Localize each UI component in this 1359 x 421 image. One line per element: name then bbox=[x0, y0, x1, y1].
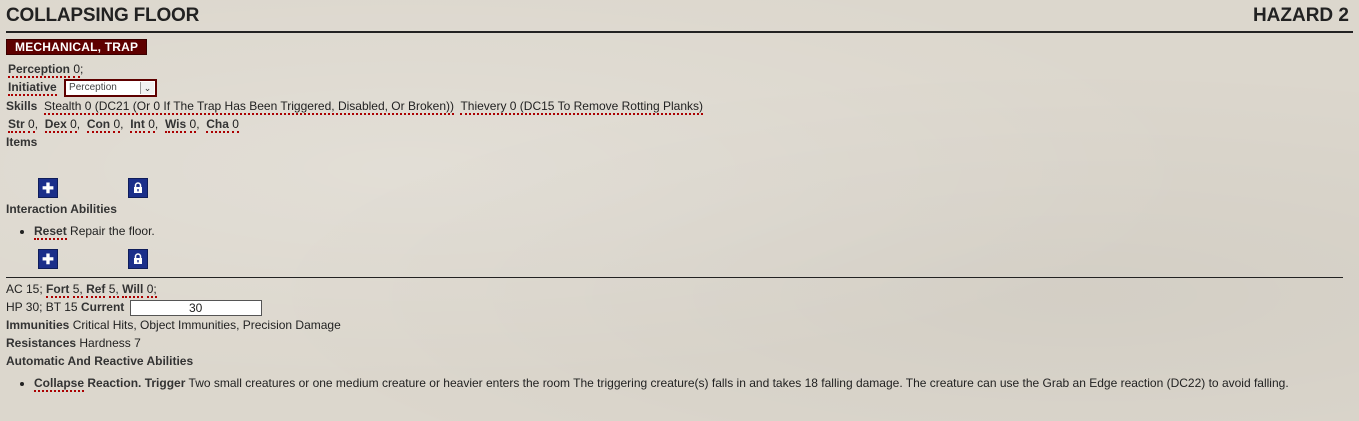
ability-label[interactable]: Str bbox=[8, 116, 25, 133]
fort-value[interactable]: 5, bbox=[72, 281, 83, 298]
section-divider bbox=[6, 277, 1343, 278]
lock-icon[interactable] bbox=[128, 249, 148, 269]
list-item: Reset Repair the floor. bbox=[34, 222, 1353, 240]
stat-block: COLLAPSING FLOOR HAZARD 2 MECHANICAL, TR… bbox=[6, 0, 1353, 392]
ability-value[interactable]: 0 bbox=[148, 116, 155, 133]
ability-str: Str 0, bbox=[8, 116, 41, 133]
ability-sep: , bbox=[196, 116, 200, 131]
will-label[interactable]: Will bbox=[122, 281, 144, 298]
ability-sep: , bbox=[154, 116, 159, 131]
ability-sep: , bbox=[120, 116, 124, 131]
ability-label[interactable]: Dex bbox=[44, 116, 67, 133]
ref-value[interactable]: 5, bbox=[108, 281, 119, 298]
initiative-row: Initiative Perception ⌄ bbox=[6, 78, 1353, 97]
automatic-abilities-row: Automatic And Reactive Abilities bbox=[6, 352, 1353, 370]
interaction-abilities-row: Interaction Abilities bbox=[6, 200, 1353, 218]
ability-cha: Cha 0 bbox=[206, 116, 239, 133]
initiative-label[interactable]: Initiative bbox=[8, 80, 57, 96]
collapse-ability-text: Two small creatures or one medium creatu… bbox=[188, 375, 1289, 390]
initiative-select[interactable]: Perception ⌄ bbox=[64, 78, 158, 97]
will-value[interactable]: 0; bbox=[146, 281, 157, 298]
hp-current-input[interactable]: 30 bbox=[129, 299, 262, 316]
skill-thievery[interactable]: Thievery 0 (DC15 To Remove Rotting Plank… bbox=[460, 98, 703, 115]
ability-value[interactable]: 0 bbox=[70, 116, 77, 133]
reset-ability-name[interactable]: Reset bbox=[34, 223, 67, 240]
ability-dex: Dex 0, bbox=[44, 116, 84, 133]
ability-value[interactable]: 0 bbox=[232, 116, 239, 133]
perception-label[interactable]: Perception bbox=[8, 62, 71, 78]
trait-badge[interactable]: MECHANICAL, TRAP bbox=[6, 39, 148, 55]
ability-sep: , bbox=[76, 116, 81, 131]
lock-icon[interactable] bbox=[128, 178, 148, 198]
ability-sep: , bbox=[34, 116, 39, 131]
plus-icon[interactable]: ✚ bbox=[38, 249, 58, 269]
hazard-level: HAZARD 2 bbox=[1252, 5, 1349, 26]
resistances-row: Resistances Hardness 7 bbox=[6, 334, 1353, 352]
perception-row: Perception 0; bbox=[6, 60, 1353, 78]
items-label: Items bbox=[6, 134, 38, 149]
ref-label[interactable]: Ref bbox=[86, 281, 106, 298]
ability-label[interactable]: Wis bbox=[164, 116, 187, 133]
initiative-selected: Perception bbox=[69, 81, 117, 93]
immunities-row: Immunities Critical Hits, Object Immunit… bbox=[6, 316, 1353, 334]
skills-label: Skills bbox=[6, 98, 38, 113]
ability-label[interactable]: Con bbox=[86, 116, 111, 133]
resistances-label: Resistances bbox=[6, 335, 77, 350]
items-row: Items bbox=[6, 133, 1353, 151]
immunities-text: Critical Hits, Object Immunities, Precis… bbox=[72, 317, 341, 332]
interaction-list: Reset Repair the floor. bbox=[6, 222, 1353, 240]
ability-int: Int 0, bbox=[130, 116, 161, 133]
automatic-list: Collapse Reaction. Trigger Two small cre… bbox=[6, 374, 1353, 392]
ability-label[interactable]: Int bbox=[130, 116, 145, 133]
collapse-ability-name[interactable]: Collapse bbox=[34, 375, 85, 392]
automatic-abilities-label: Automatic And Reactive Abilities bbox=[6, 353, 194, 368]
hp-row: HP 30; BT 15 Current 30 bbox=[6, 298, 1353, 316]
chevron-down-icon: ⌄ bbox=[140, 81, 155, 94]
hazard-title: COLLAPSING FLOOR bbox=[6, 5, 200, 26]
trigger-label: Trigger bbox=[144, 375, 186, 390]
interaction-abilities-label: Interaction Abilities bbox=[6, 201, 117, 216]
collapse-ability-type: Reaction. bbox=[87, 375, 142, 390]
hp-current-label: Current bbox=[80, 299, 125, 314]
ac-value: AC 15; bbox=[6, 281, 43, 296]
hp-text: HP 30; BT 15 bbox=[6, 299, 78, 314]
skill-stealth[interactable]: Stealth 0 (DC21 (Or 0 If The Trap Has Be… bbox=[44, 98, 454, 115]
stat-header: COLLAPSING FLOOR HAZARD 2 bbox=[6, 0, 1353, 33]
ability-label[interactable]: Cha bbox=[206, 116, 229, 133]
reset-ability-text: Repair the floor. bbox=[70, 223, 155, 238]
ability-wis: Wis 0, bbox=[164, 116, 203, 133]
perception-sep: ; bbox=[80, 62, 84, 76]
skills-row: Skills Stealth 0 (DC21 (Or 0 If The Trap… bbox=[6, 97, 1353, 115]
ability-scores-row: Str 0, Dex 0, Con 0, Int 0, Wis 0, Cha 0 bbox=[6, 115, 1353, 133]
ability-con: Con 0, bbox=[86, 116, 127, 133]
traits-row: MECHANICAL, TRAP bbox=[6, 39, 1353, 55]
resistances-text: Hardness 7 bbox=[79, 335, 141, 350]
ability-value[interactable]: 0 bbox=[28, 116, 35, 133]
immunities-label: Immunities bbox=[6, 317, 70, 332]
defense-row: AC 15; Fort 5, Ref 5, Will 0; bbox=[6, 280, 1353, 298]
list-item: Collapse Reaction. Trigger Two small cre… bbox=[34, 374, 1347, 392]
fort-label[interactable]: Fort bbox=[46, 281, 70, 298]
plus-icon[interactable]: ✚ bbox=[38, 178, 58, 198]
